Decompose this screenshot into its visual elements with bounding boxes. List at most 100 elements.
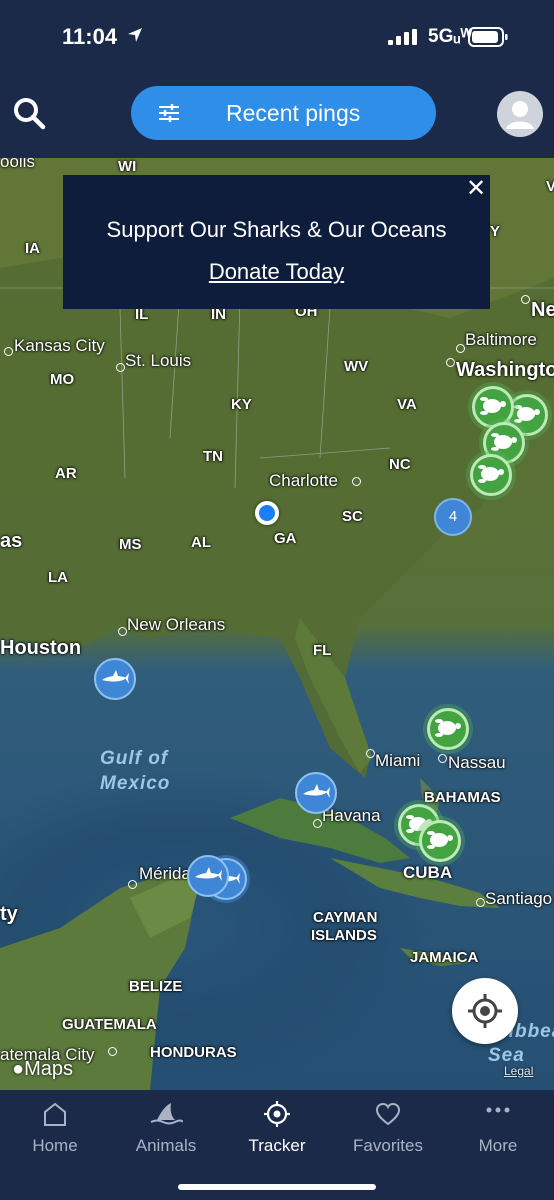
recenter-location-button[interactable] [452,978,518,1044]
heart-icon [375,1102,401,1126]
tab-animals[interactable]: Animals [116,1100,216,1160]
banner-title: Support Our Sharks & Our Oceans [106,217,447,242]
city-dot [352,477,361,486]
city-nassau: Nassau [448,753,506,772]
city-merida: Mérida [139,864,191,883]
city-ne: Ne [531,299,554,321]
map-label-va: VA [397,396,417,413]
battery-icon [468,27,508,47]
signal-bars-icon [388,29,417,45]
tab-tracker[interactable]: Tracker [227,1100,327,1160]
map-label-ms: MS [119,536,142,553]
map-label-cuba: CUBA [403,863,453,882]
marker-cluster[interactable]: 4 [434,498,472,536]
shark-icon [102,670,129,684]
recent-pings-button[interactable]: Recent pings [131,86,436,140]
shark-icon [195,867,222,881]
city-oolis: oolis [0,158,35,171]
home-icon [44,1102,66,1126]
tab-home[interactable]: Home [5,1100,105,1160]
city-ty: ty [0,903,18,925]
network-type: 5Gᵤᵂ [428,26,473,47]
tab-home-label: Home [32,1136,78,1155]
map-label-mo: MO [50,371,75,388]
turtle-icon [480,397,506,415]
turtle-marker[interactable] [419,820,461,862]
city-dot [438,754,447,763]
tab-tracker-label: Tracker [248,1136,306,1155]
city-dot [116,363,125,372]
map-label-nc: NC [389,456,411,473]
city-miami: Miami [375,751,421,770]
map-label-fl: FL [313,642,332,659]
map-label-v: V [546,178,554,195]
legal-link[interactable]: Legal [504,1064,533,1078]
map-label-ia: IA [25,240,40,257]
turtle-marker[interactable] [470,454,512,496]
city-dot [128,880,137,889]
map-view[interactable]: WI IA IL IN OH MO KY WV VA TN NC AR SC M… [0,158,554,1090]
map-label-y: Y [490,223,501,240]
city-as: as [0,530,23,552]
maps-attribution-text: Maps [24,1058,73,1080]
city-dot [108,1047,117,1056]
status-time: 11:04 [62,24,118,49]
turtle-icon [427,831,453,849]
turtle-icon [514,405,540,423]
filter-sliders-icon [159,104,179,122]
crosshair-icon [264,1101,290,1127]
user-location-dot [255,501,279,525]
donate-banner: ✕ Support Our Sharks & Our Oceans Donate… [63,175,490,309]
map-label-ky: KY [231,396,252,413]
water-label-gulf: Gulf of [100,748,169,769]
turtle-marker[interactable] [427,708,469,750]
map-label-bahamas: BAHAMAS [424,789,501,806]
city-new-orleans: New Orleans [127,615,226,634]
city-baltimore: Baltimore [465,330,537,349]
map-label-islands: ISLANDS [311,927,377,944]
map-label-honduras: HONDURAS [150,1044,237,1061]
shark-icon [303,784,330,798]
close-icon[interactable]: ✕ [466,177,486,201]
map-label-sc: SC [342,508,363,525]
city-dot [476,898,485,907]
map-label-wi: WI [118,158,137,175]
tab-favorites[interactable]: Favorites [338,1100,438,1160]
city-dot [313,819,322,828]
tab-more[interactable]: More [448,1100,548,1160]
city-dot [366,749,375,758]
map-label-ga: GA [274,530,297,547]
city-dot [456,344,465,353]
search-icon[interactable] [10,94,50,134]
map-label-al: AL [191,534,211,551]
city-washington: Washington [456,359,554,381]
top-bar: Recent pings [0,76,554,158]
turtle-icon [435,719,461,737]
shark-marker[interactable] [94,658,136,700]
city-havana: Havana [322,806,381,825]
map-label-jamaica: JAMAICA [410,949,479,966]
city-charlotte: Charlotte [269,471,338,490]
user-avatar-icon[interactable] [497,91,543,137]
map-label-belize: BELIZE [129,978,183,995]
shark-marker[interactable] [295,772,337,814]
shark-marker[interactable] [187,855,229,897]
map-label-ar: AR [55,465,77,482]
shark-fin-icon [150,1103,183,1125]
city-santiago: Santiago [485,889,553,908]
recent-pings-label: Recent pings [226,100,361,126]
city-dot [446,358,455,367]
home-indicator [178,1184,376,1190]
water-label-mexico: Mexico [100,773,171,794]
map-label-wv: WV [344,358,369,375]
apple-maps-attribution: ●Maps [12,1058,73,1081]
tab-animals-label: Animals [135,1136,197,1155]
map-label-tn: TN [203,448,223,465]
city-dot [521,295,530,304]
status-bar: 11:04 5Gᵤᵂ [0,0,554,76]
city-dot [118,627,127,636]
city-dot [4,347,13,356]
crosshair-icon [468,994,502,1028]
location-arrow-icon [128,28,142,42]
donate-link[interactable]: Donate Today [63,259,490,285]
